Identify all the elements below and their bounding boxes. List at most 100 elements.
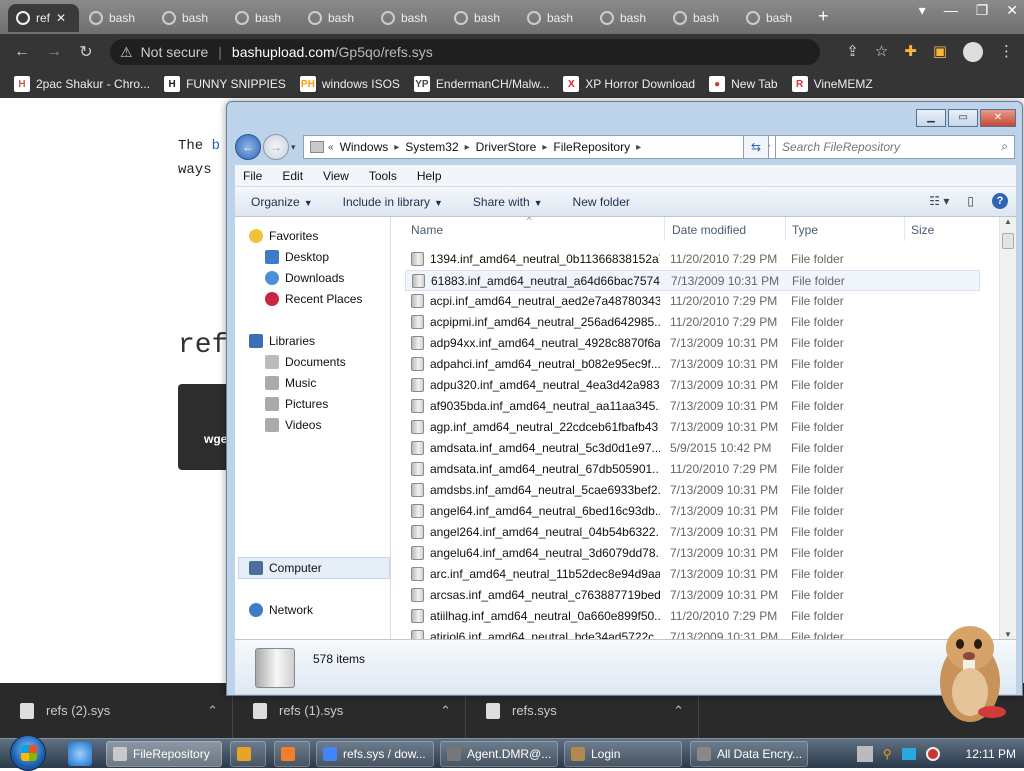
menu-item[interactable]: View: [323, 169, 349, 183]
table-row[interactable]: amdsata.inf_amd64_neutral_5c3d0d1e97... 5…: [405, 438, 980, 459]
browser-tab[interactable]: bash: [227, 4, 298, 32]
tray-app-icon[interactable]: [856, 746, 873, 762]
nav-pictures[interactable]: Pictures: [265, 397, 328, 411]
forward-arrow-icon[interactable]: →: [38, 43, 70, 61]
profile-avatar[interactable]: [963, 42, 983, 62]
nav-favorites[interactable]: Favorites: [249, 229, 318, 243]
table-row[interactable]: amdsata.inf_amd64_neutral_67db505901... 1…: [405, 459, 980, 480]
page-link[interactable]: b: [212, 138, 220, 154]
breadcrumb-item[interactable]: Windows: [340, 140, 389, 154]
browser-tab[interactable]: bash: [373, 4, 444, 32]
column-type[interactable]: Type: [792, 223, 818, 237]
close-icon[interactable]: ✕: [980, 109, 1016, 127]
nav-music[interactable]: Music: [265, 376, 316, 390]
reload-icon[interactable]: ↻: [70, 42, 102, 62]
nav-computer[interactable]: Computer: [249, 561, 322, 575]
close-icon[interactable]: ✕: [1006, 2, 1018, 19]
download-item[interactable]: refs (2).sys ⌃: [0, 683, 233, 738]
browser-tab[interactable]: bash: [592, 4, 663, 32]
taskbar-button[interactable]: All Data Encry...: [690, 741, 808, 767]
table-row[interactable]: adpahci.inf_amd64_neutral_b082e95ec9f...…: [405, 354, 980, 375]
nav-documents[interactable]: Documents: [265, 355, 346, 369]
menu-item[interactable]: Help: [417, 169, 442, 183]
table-row[interactable]: atiilhag.inf_amd64_neutral_0a660e899f50.…: [405, 606, 980, 627]
nav-recent-places[interactable]: Recent Places: [265, 292, 362, 306]
table-row[interactable]: adpu320.inf_amd64_neutral_4ea3d42a983...…: [405, 375, 980, 396]
back-arrow-icon[interactable]: ←: [6, 43, 38, 61]
bookmark-item[interactable]: ● New Tab: [709, 76, 778, 92]
recent-pages-icon[interactable]: ▾: [291, 142, 296, 153]
table-row[interactable]: arcsas.inf_amd64_neutral_c763887719bed..…: [405, 585, 980, 606]
nav-downloads[interactable]: Downloads: [265, 271, 344, 285]
taskbar-button[interactable]: FileRepository: [106, 741, 222, 767]
column-size[interactable]: Size: [911, 223, 934, 237]
table-row[interactable]: adp94xx.inf_amd64_neutral_4928c8870f6a..…: [405, 333, 980, 354]
breadcrumb-item[interactable]: DriverStore: [476, 140, 537, 154]
table-row[interactable]: angelu64.inf_amd64_neutral_3d6079dd78...…: [405, 543, 980, 564]
chevron-up-icon[interactable]: ⌃: [673, 703, 684, 719]
browser-tab[interactable]: bash: [81, 4, 152, 32]
breadcrumb-item[interactable]: FileRepository: [553, 140, 630, 154]
side-panel-icon[interactable]: ▣: [933, 42, 947, 62]
table-row[interactable]: agp.inf_amd64_neutral_22cdceb61fbafb43 7/…: [405, 417, 980, 438]
tray-display-icon[interactable]: [901, 748, 916, 760]
menu-item[interactable]: File: [243, 169, 262, 183]
back-icon[interactable]: ←: [235, 134, 261, 160]
bookmark-item[interactable]: R VineMEMZ: [791, 76, 873, 92]
nav-videos[interactable]: Videos: [265, 418, 321, 432]
restore-icon[interactable]: ❐: [976, 2, 989, 19]
bookmark-item[interactable]: PH windows ISOS: [299, 76, 400, 92]
breadcrumb-chevron-icon[interactable]: ▸: [542, 142, 547, 153]
menu-kebab-icon[interactable]: ⋮: [999, 42, 1014, 62]
taskbar-button[interactable]: refs.sys / dow...: [316, 741, 434, 767]
browser-tab[interactable]: bash: [665, 4, 736, 32]
taskbar-button[interactable]: [230, 741, 266, 767]
breadcrumb-chevron-icon[interactable]: ▸: [394, 142, 399, 153]
table-row[interactable]: angel264.inf_amd64_neutral_04b54b6322...…: [405, 522, 980, 543]
scroll-up-icon[interactable]: ▲: [1004, 217, 1012, 226]
divider[interactable]: [785, 217, 786, 241]
taskbar-button[interactable]: Login: [564, 741, 682, 767]
help-icon[interactable]: ?: [992, 193, 1008, 209]
breadcrumb-item[interactable]: System32: [405, 140, 458, 154]
tab-close-icon[interactable]: ✕: [56, 11, 66, 25]
bookmark-item[interactable]: YP EndermanCH/Malw...: [413, 76, 549, 92]
minimize-icon[interactable]: ▁: [916, 109, 946, 127]
column-date-modified[interactable]: Date modified: [672, 223, 746, 237]
share-icon[interactable]: ⇪: [846, 42, 859, 62]
browser-tab[interactable]: bash: [300, 4, 371, 32]
table-row[interactable]: amdsbs.inf_amd64_neutral_5cae6933bef2...…: [405, 480, 980, 501]
tray-record-icon[interactable]: [925, 747, 940, 761]
menu-item[interactable]: Edit: [282, 169, 303, 183]
browser-tab[interactable]: bash: [738, 4, 809, 32]
nav-libraries[interactable]: Libraries: [249, 334, 315, 348]
chevron-up-icon[interactable]: ⌃: [207, 703, 218, 719]
browser-tab[interactable]: bash: [154, 4, 225, 32]
vertical-scrollbar[interactable]: ▲ ▼: [999, 217, 1016, 639]
search-input[interactable]: Search FileRepository ⌕: [775, 135, 1015, 159]
view-options-icon[interactable]: ☷ ▾: [929, 194, 949, 208]
table-row[interactable]: 1394.inf_amd64_neutral_0b11366838152a76 1…: [405, 249, 980, 270]
nav-network[interactable]: Network: [249, 603, 313, 617]
address-bar[interactable]: ⚠ Not secure | bashupload.com /Gp5qo/ref…: [110, 39, 820, 65]
refresh-icon[interactable]: ⇆: [743, 135, 769, 159]
bookmark-item[interactable]: H FUNNY SNIPPIES: [164, 76, 286, 92]
table-row[interactable]: acpi.inf_amd64_neutral_aed2e7a487803437 1…: [405, 291, 980, 312]
command-button[interactable]: Organize ▼: [251, 195, 313, 209]
divider[interactable]: [664, 217, 665, 241]
search-icon[interactable]: ⌕: [1001, 139, 1008, 154]
browser-tab[interactable]: ref ✕: [8, 4, 79, 32]
table-row[interactable]: af9035bda.inf_amd64_neutral_aa11aa345...…: [405, 396, 980, 417]
nav-desktop[interactable]: Desktop: [265, 250, 329, 264]
taskbar-button[interactable]: [274, 741, 310, 767]
start-button[interactable]: [10, 735, 46, 771]
column-name[interactable]: Name: [411, 223, 443, 237]
breadcrumb-chevron-icon[interactable]: ▸: [636, 142, 641, 153]
breadcrumb[interactable]: « Windows ▸ System32 ▸ DriverStore ▸ FileRepos…: [303, 135, 777, 159]
table-row[interactable]: 61883.inf_amd64_neutral_a64d66bac7574...…: [405, 270, 980, 291]
table-row[interactable]: arc.inf_amd64_neutral_11b52dec8e94d9aa 7/…: [405, 564, 980, 585]
forward-icon[interactable]: →: [263, 134, 289, 160]
divider[interactable]: [904, 217, 905, 241]
extensions-icon[interactable]: ✚: [904, 42, 917, 62]
chevron-up-icon[interactable]: ⌃: [440, 703, 451, 719]
